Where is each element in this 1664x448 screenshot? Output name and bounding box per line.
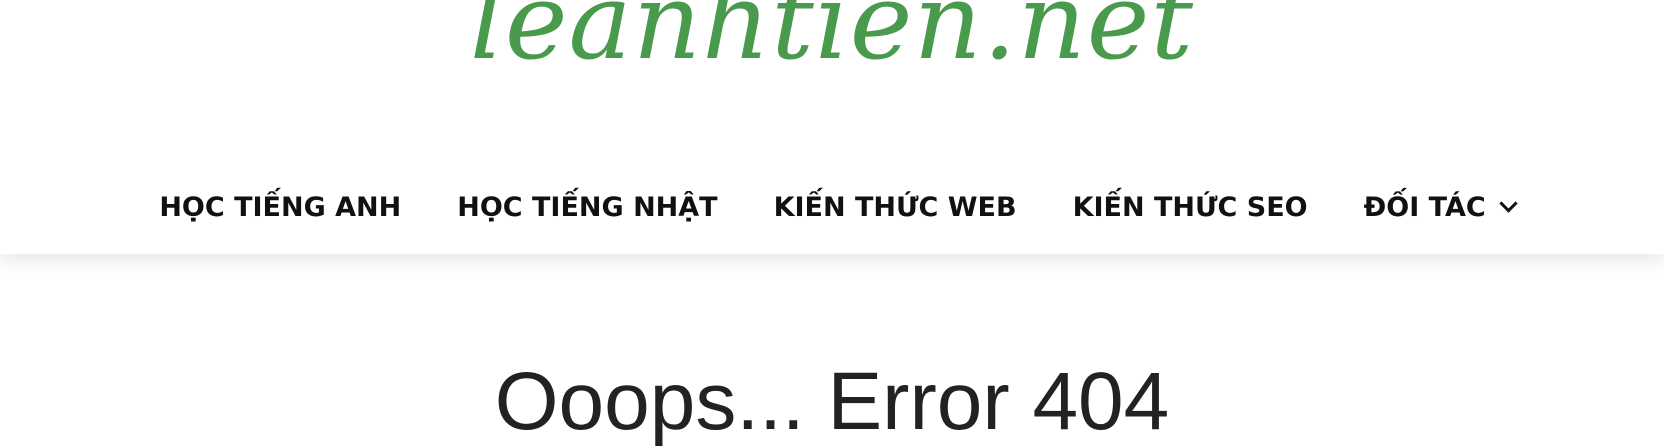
nav-item-label: HỌC TIẾNG NHẬT xyxy=(457,191,718,223)
chevron-down-icon[interactable] xyxy=(1498,193,1518,213)
page-title: Ooops... Error 404 xyxy=(494,356,1170,447)
nav-item-label: HỌC TIẾNG ANH xyxy=(159,191,402,223)
page: leanhtien.net HỌC TIẾNG ANH HỌC TIẾNG NH… xyxy=(0,0,1664,448)
site-header: leanhtien.net HỌC TIẾNG ANH HỌC TIẾNG NH… xyxy=(0,0,1664,254)
nav-item-label: KIẾN THỨC WEB xyxy=(773,191,1017,223)
main-nav: HỌC TIẾNG ANH HỌC TIẾNG NHẬT KIẾN THỨC W… xyxy=(0,183,1664,231)
nav-item-label: ĐỐI TÁC xyxy=(1363,191,1486,223)
nav-item-kien-thuc-web[interactable]: KIẾN THỨC WEB xyxy=(774,192,1017,223)
nav-item-label: KIẾN THỨC SEO xyxy=(1072,191,1308,223)
nav-item-kien-thuc-seo[interactable]: KIẾN THỨC SEO xyxy=(1073,192,1308,223)
nav-item-hoc-tieng-nhat[interactable]: HỌC TIẾNG NHẬT xyxy=(457,192,717,223)
nav-item-hoc-tieng-anh[interactable]: HỌC TIẾNG ANH xyxy=(159,192,401,223)
site-logo[interactable]: leanhtien.net xyxy=(0,0,1664,92)
nav-item-doi-tac[interactable]: ĐỐI TÁC xyxy=(1363,191,1518,223)
